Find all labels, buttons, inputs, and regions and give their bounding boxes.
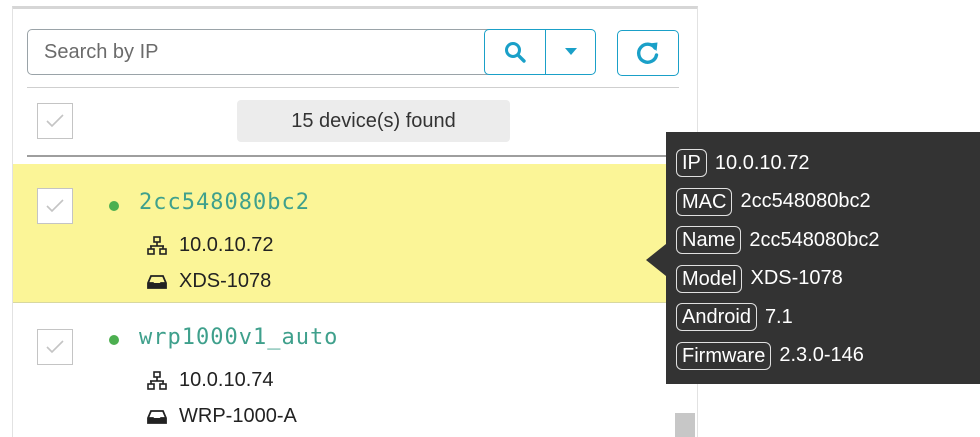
- tooltip-key: Name: [676, 226, 742, 255]
- device-ip: 10.0.10.72: [179, 234, 274, 256]
- tooltip-value: 2cc548080bc2: [749, 228, 880, 251]
- refresh-button[interactable]: [617, 30, 679, 76]
- device-ip-line: 10.0.10.72: [147, 234, 274, 257]
- tooltip-value: XDS-1078: [750, 267, 843, 290]
- search-box: [27, 29, 596, 75]
- device-row[interactable]: 2cc548080bc2 10.0.10.72 XDS-1078: [13, 164, 697, 303]
- tooltip-row-firmware: Firmware 2.3.0-146: [666, 337, 980, 376]
- tooltip-key: MAC: [676, 187, 733, 216]
- scrollbar-thumb[interactable]: [675, 413, 695, 437]
- device-model-line: WRP-1000-A: [147, 405, 297, 428]
- device-ip-line: 10.0.10.74: [147, 369, 274, 392]
- network-icon: [147, 235, 167, 255]
- device-ip: 10.0.10.74: [179, 369, 274, 391]
- device-checkbox[interactable]: [37, 329, 73, 365]
- tooltip-key: Firmware: [676, 341, 772, 370]
- tooltip-value: 2.3.0-146: [779, 344, 864, 367]
- device-model-line: XDS-1078: [147, 270, 271, 293]
- tooltip-value: 7.1: [764, 305, 793, 328]
- caret-down-icon: [564, 48, 577, 55]
- tooltip-key: IP: [676, 149, 707, 178]
- search-button[interactable]: [484, 29, 546, 75]
- divider: [27, 87, 679, 88]
- search-options-dropdown-button[interactable]: [545, 29, 596, 75]
- device-count-badge: 15 device(s) found: [237, 100, 510, 142]
- device-model: WRP-1000-A: [179, 405, 297, 427]
- device-box-icon: [147, 409, 167, 424]
- device-checkbox[interactable]: [37, 188, 73, 224]
- tooltip-row-android: Android 7.1: [666, 298, 980, 337]
- online-status-dot: [109, 335, 119, 345]
- tooltip-row-name: Name 2cc548080bc2: [666, 221, 980, 260]
- tooltip-key: Model: [676, 264, 743, 293]
- device-row[interactable]: wrp1000v1_auto 10.0.10.74 WRP-1000-A: [13, 305, 697, 437]
- device-details-tooltip: IP 10.0.10.72 MAC 2cc548080bc2 Name 2cc5…: [666, 132, 980, 384]
- tooltip-value: 2cc548080bc2: [740, 190, 871, 213]
- search-icon: [505, 42, 526, 63]
- check-icon: [46, 114, 64, 128]
- tooltip-value: 10.0.10.72: [714, 151, 810, 174]
- search-input[interactable]: [28, 30, 484, 74]
- device-name: 2cc548080bc2: [139, 190, 310, 215]
- refresh-icon: [636, 42, 659, 64]
- online-status-dot: [109, 201, 119, 211]
- tooltip-row-mac: MAC 2cc548080bc2: [666, 183, 980, 222]
- tooltip-row-ip: IP 10.0.10.72: [666, 144, 980, 183]
- tooltip-row-model: Model XDS-1078: [666, 260, 980, 299]
- network-icon: [147, 370, 167, 390]
- device-model: XDS-1078: [179, 270, 272, 292]
- device-list-panel: 15 device(s) found 2cc548080bc2 10.0.10.…: [12, 6, 698, 437]
- tooltip-arrow: [646, 244, 666, 276]
- device-box-icon: [147, 274, 167, 289]
- check-icon: [46, 199, 64, 213]
- divider: [27, 155, 679, 157]
- check-icon: [46, 340, 64, 354]
- select-all-checkbox[interactable]: [37, 103, 73, 139]
- tooltip-key: Android: [676, 303, 757, 332]
- device-name: wrp1000v1_auto: [139, 325, 339, 350]
